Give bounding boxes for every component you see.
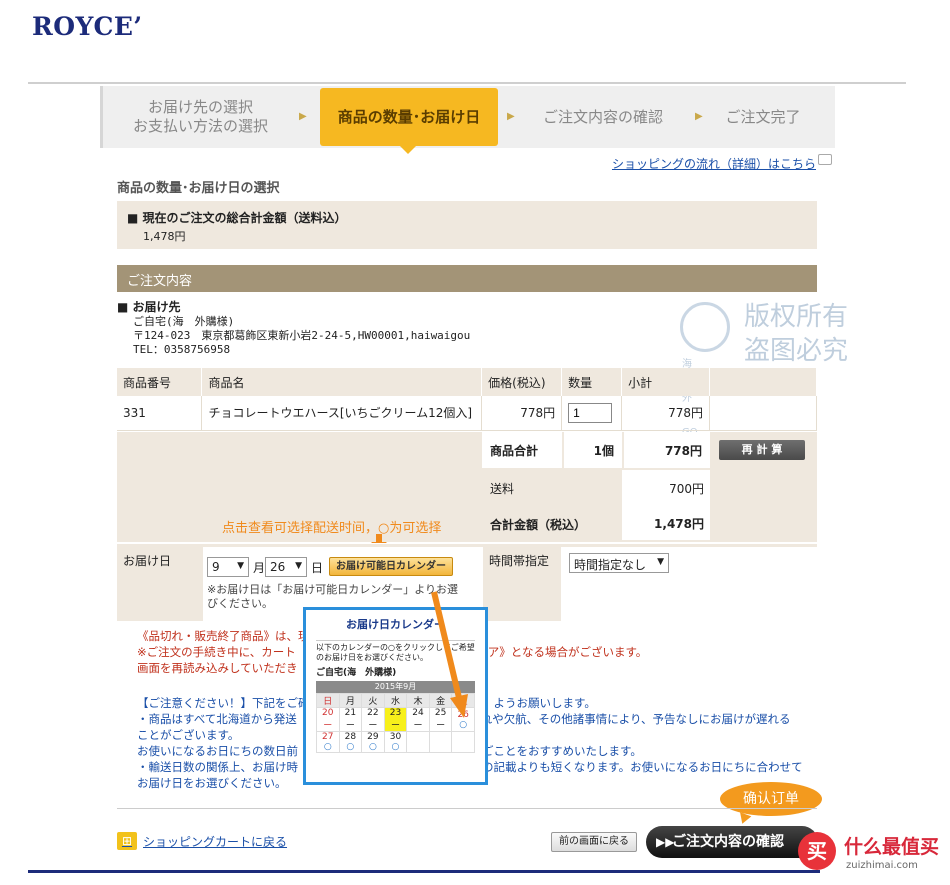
- chevron-down-icon: ▼: [295, 561, 302, 571]
- destination-block: ■ お届け先 ご自宅(海 外購様) 〒124-023 東京都葛飾区東新小岩2-2…: [117, 298, 470, 357]
- cart-icon: ⊞: [117, 832, 137, 850]
- product-subtotal: 778円: [621, 396, 711, 431]
- calendar-day-available[interactable]: 27 ○: [316, 731, 340, 753]
- col-header-name: 商品名: [201, 368, 483, 396]
- confirm-order-button[interactable]: ▶▶ ご注文内容の確認: [646, 826, 818, 858]
- shopping-flow-link[interactable]: ショッピングの流れ（詳細）はこちら: [612, 155, 816, 172]
- month-select[interactable]: 9 ▼: [207, 557, 249, 577]
- delivery-date-label: お届け日: [123, 554, 172, 568]
- goods-total-label: 商品合計: [482, 432, 562, 468]
- delivery-calendar-button[interactable]: お届け可能日カレンダー: [329, 557, 453, 576]
- recalculate-button[interactable]: 再 計 算: [719, 440, 805, 460]
- product-price: 778円: [481, 396, 563, 431]
- royce-logo[interactable]: ROYCE’: [32, 12, 143, 41]
- goods-qty: 1個: [564, 432, 622, 468]
- double-chevron-icon: ▶▶: [656, 835, 675, 849]
- time-slot-label: 時間帯指定: [489, 554, 550, 568]
- product-code: 331: [117, 396, 203, 431]
- chevron-down-icon: ▼: [657, 557, 664, 567]
- total-heading: ■ 現在のご注文の総合計金額（送料込）: [127, 211, 347, 225]
- footer-divider: [117, 808, 817, 809]
- calendar-day-available[interactable]: 29 ○: [361, 731, 385, 753]
- order-total-box: ■ 現在のご注文の総合計金額（送料込） 1,478円: [117, 201, 817, 249]
- annotation-text: 点击查看可选择配送时间，○为可选择: [222, 521, 442, 536]
- watermark-line1: 版权所有: [744, 302, 849, 332]
- step-confirm: ご注文内容の確認: [542, 107, 663, 126]
- step-quantity-date-active: 商品の数量･お届け日: [320, 88, 498, 154]
- step-separator-icon: ▶: [299, 111, 307, 122]
- watermark-logo-icon: [680, 302, 730, 352]
- watermark-line2: 盗图必究: [744, 336, 849, 366]
- destination-name: ご自宅(海 外購様): [133, 315, 235, 328]
- calendar-day: 21 ー: [338, 707, 363, 732]
- speech-bubble-icon: [818, 154, 832, 165]
- annotation-arrow-icon: [431, 591, 468, 718]
- step-complete: ご注文完了: [725, 107, 801, 126]
- top-divider: [28, 82, 906, 84]
- back-to-cart-link[interactable]: ⊞ ショッピングカートに戻る: [117, 832, 287, 850]
- grand-total-label: 合計金額（税込）: [490, 518, 587, 532]
- calendar-day: 24 ー: [406, 707, 430, 732]
- destination-tel: TEL：0358756958: [133, 343, 231, 356]
- smzdm-logo-icon: 买: [798, 832, 836, 870]
- quantity-input[interactable]: [568, 402, 613, 423]
- step-separator-icon: ▶: [695, 111, 703, 122]
- checkout-steps: お届け先の選択 お支払い方法の選択 ▶ 商品の数量･お届け日 ▶ ご注文内容の確認…: [100, 86, 835, 154]
- destination-address: 〒124-023 東京都葛飾区東新小岩2-24-5,HW00001,haiwai…: [133, 329, 471, 342]
- time-slot-select[interactable]: 時間指定なし ▼: [569, 553, 669, 573]
- shipping-label: 送料: [490, 482, 515, 496]
- calendar-day-available[interactable]: 30 ○: [383, 731, 408, 753]
- table-row: 331 チョコレートウエハース[いちごクリーム12個入] 778円 778円: [117, 396, 817, 431]
- calendar-day-available[interactable]: 28 ○: [338, 731, 363, 753]
- goods-total: 778円: [624, 432, 710, 468]
- bottom-divider: [28, 870, 820, 873]
- back-button[interactable]: 前の画面に戻る: [551, 832, 637, 852]
- calendar-day: 20 ー: [316, 707, 340, 732]
- destination-heading: ■ お届け先: [117, 300, 181, 314]
- calendar-day-today: 23 ー: [383, 707, 408, 732]
- grand-total-value: 1,478円: [622, 506, 710, 540]
- product-name: チョコレートウエハース[いちごクリーム12個入]: [201, 396, 483, 431]
- calendar-day: 22 ー: [361, 707, 385, 732]
- col-header-code: 商品番号: [117, 368, 203, 396]
- page-title: 商品の数量･お届け日の選択: [117, 181, 280, 196]
- col-header-subtotal: 小計: [621, 368, 711, 396]
- step-destination-payment: お届け先の選択 お支払い方法の選択: [132, 98, 268, 135]
- shipping-value: 700円: [622, 470, 710, 506]
- col-header-qty: 数量: [561, 368, 623, 396]
- col-header-price: 価格(税込): [481, 368, 563, 396]
- day-select[interactable]: 26 ▼: [265, 557, 307, 577]
- product-table: 商品番号 商品名 価格(税込) 数量 小計 331 チョコレートウエハース[いち…: [117, 368, 817, 431]
- order-contents-heading: ご注文内容: [117, 265, 817, 292]
- chevron-down-icon: ▼: [237, 561, 244, 571]
- smzdm-watermark: 买 什么最值买 zuizhimai.com: [798, 828, 948, 878]
- smzdm-title: 什么最值买: [844, 836, 940, 858]
- confirm-order-annotation: 确认订单: [720, 782, 822, 816]
- smzdm-url: zuizhimai.com: [846, 860, 918, 871]
- step-separator-icon: ▶: [507, 111, 515, 122]
- total-value: 1,478円: [143, 230, 186, 243]
